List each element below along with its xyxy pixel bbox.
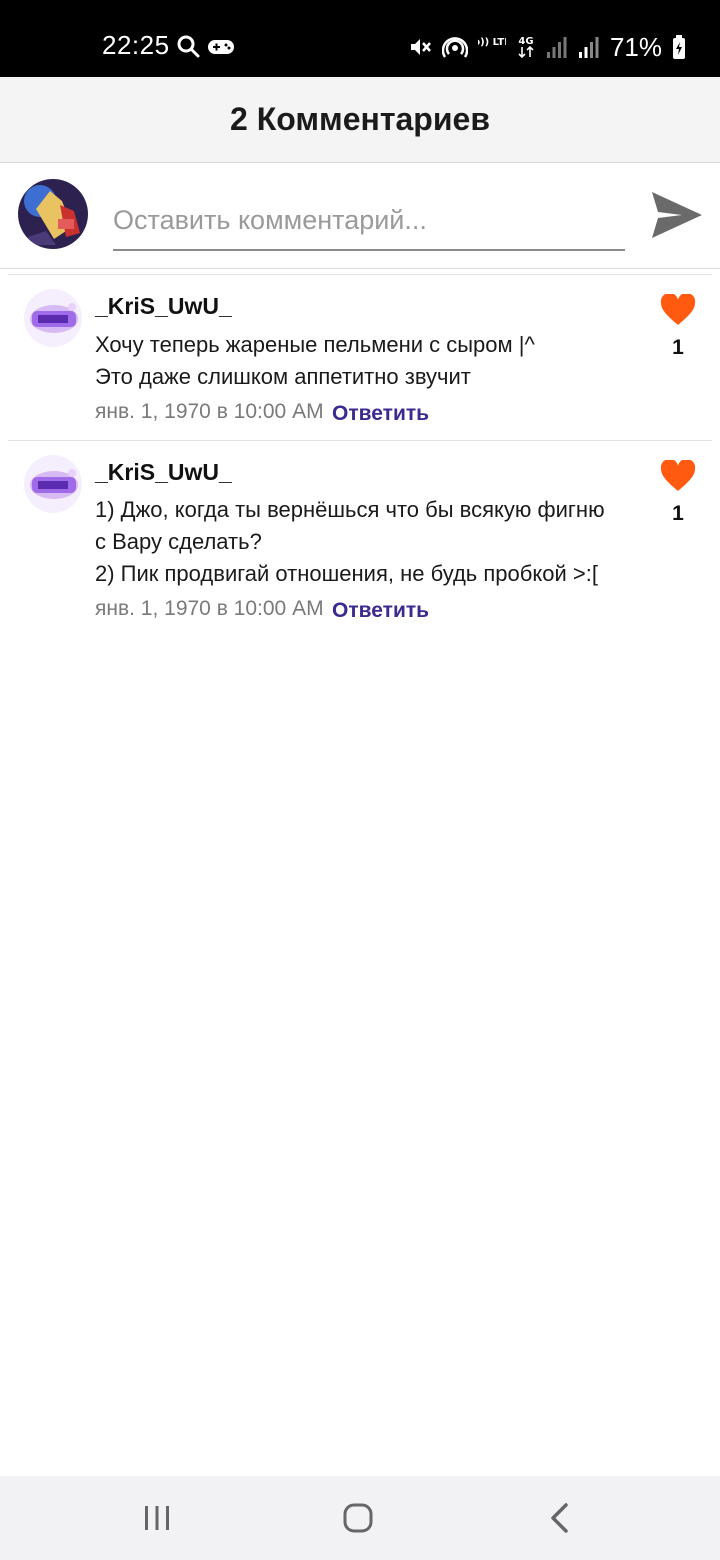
like-count: 1 (672, 502, 684, 525)
status-bar: 22:25 Vo)) LTE1 4G (0, 0, 720, 77)
comment-date: янв. 1, 1970 в 10:00 AM (95, 400, 324, 423)
user-avatar[interactable] (18, 179, 88, 249)
comment-line: Хочу теперь жареные пельмени с сыром |^ (95, 332, 535, 357)
back-icon[interactable] (540, 1498, 580, 1538)
comment-input[interactable] (113, 191, 625, 251)
comment-text: Хочу теперь жареные пельмени с сыром |^ … (95, 329, 635, 393)
avatar[interactable] (24, 455, 82, 513)
reply-button[interactable]: Ответить (332, 402, 429, 426)
page-title: 2 Комментариев (230, 101, 490, 137)
heart-icon[interactable] (660, 294, 696, 326)
mute-icon (410, 39, 431, 55)
home-icon[interactable] (338, 1498, 378, 1538)
comment-author[interactable]: _KriS_UwU_ (95, 459, 232, 486)
comment-composer (0, 163, 720, 269)
signal-icon (578, 37, 599, 58)
comment-item: _KriS_UwU_ 1) Джо, когда ты вернёшься чт… (0, 441, 720, 641)
send-icon[interactable] (648, 188, 704, 242)
comment-date: янв. 1, 1970 в 10:00 AM (95, 597, 324, 620)
battery-icon (673, 35, 685, 59)
like-count: 1 (672, 336, 684, 359)
comment-item: _KriS_UwU_ Хочу теперь жареные пельмени … (0, 275, 720, 440)
status-right-icons: Vo)) LTE1 4G 71% (408, 30, 686, 64)
comment-text: 1) Джо, когда ты вернёшься что бы всякую… (95, 494, 635, 590)
hotspot-icon (441, 37, 468, 58)
comment-line: 1) Джо, когда ты вернёшься что бы всякую… (95, 497, 605, 522)
comment-line: с Вару сделать? (95, 529, 262, 554)
reply-button[interactable]: Ответить (332, 599, 429, 623)
comments-header: 2 Комментариев (0, 77, 720, 163)
volte-icon: Vo)) LTE1 (478, 37, 506, 48)
gamepad-icon (208, 40, 234, 54)
comment-line: 2) Пик продвигай отношения, не будь проб… (95, 561, 598, 586)
comment-line: Это даже слишком аппетитно звучит (95, 364, 471, 389)
comment-author[interactable]: _KriS_UwU_ (95, 293, 232, 320)
navigation-bar (0, 1476, 720, 1560)
signal-icon (546, 37, 567, 58)
recents-icon[interactable] (137, 1498, 177, 1538)
heart-icon[interactable] (660, 460, 696, 492)
avatar[interactable] (24, 289, 82, 347)
4g-icon: 4G (518, 36, 534, 59)
svg-text:Vo)) LTE1: Vo)) LTE1 (478, 37, 506, 48)
svg-text:4G: 4G (518, 36, 533, 47)
status-time: 22:25 (102, 30, 170, 60)
search-icon (177, 35, 200, 58)
battery-percent: 71% (609, 31, 662, 62)
